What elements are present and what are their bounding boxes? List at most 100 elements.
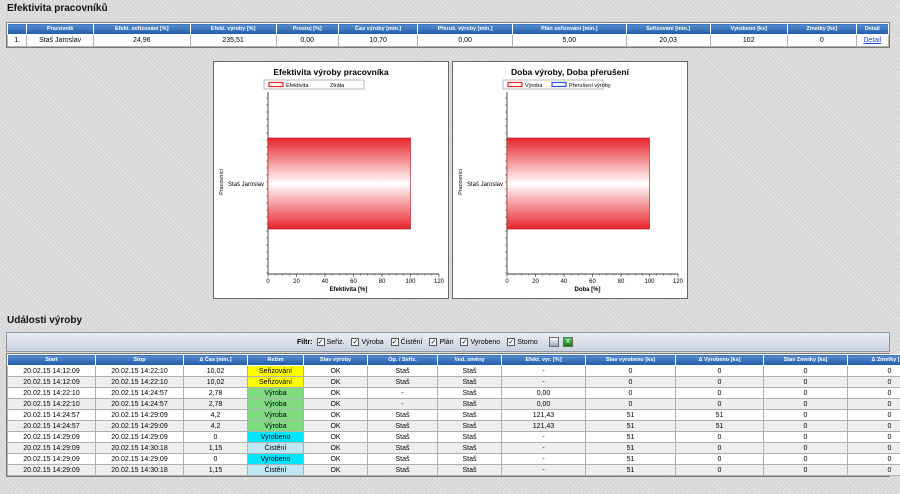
event-cell: 1,15 (183, 442, 248, 454)
filter-checkbox-plán[interactable]: ✓ Plán (429, 338, 453, 346)
event-cell: 0 (847, 420, 900, 432)
filter-checkbox-seřiz[interactable]: ✓ Seřiz. (316, 338, 345, 346)
print-icon[interactable] (548, 337, 559, 347)
mode-cell: Čistění (247, 442, 304, 454)
filter-label-text: Seřiz. (326, 338, 345, 346)
event-cell: 20.02.15 14:29:09 (95, 420, 184, 432)
legend-swatch (312, 81, 328, 88)
event-row[interactable]: 20.02.15 14:22:10 20.02.15 14:24:57 2,78 Vý… (7, 387, 900, 399)
events-header-row: Start Stop Δ Čas [min.] Režim Stav výroby Op.… (7, 354, 900, 366)
mode-cell: Výroba (247, 409, 304, 421)
events-header-cell: Δ Zmetky [ks] (847, 354, 900, 366)
event-row[interactable]: 20.02.15 14:29:09 20.02.15 14:29:09 0 Vyrob… (7, 431, 900, 443)
checkbox[interactable]: ✓ (316, 338, 325, 346)
event-row[interactable]: 20.02.15 14:12:09 20.02.15 14:22:10 10,02 S… (7, 376, 900, 388)
event-cell: OK (303, 442, 368, 454)
worker-row: 1. Staš Jaroslav 24,96 235,51 0,00 10,70 0,00 5… (6, 34, 890, 47)
worker-cell-index: 1. (6, 34, 28, 47)
x-tick-label: 0 (505, 279, 509, 285)
event-cell: 51 (585, 420, 676, 432)
worker-cell-eff-prod: 235,51 (189, 34, 277, 47)
event-cell: 20.02.15 14:29:09 (7, 442, 96, 454)
x-tick-label: 40 (322, 279, 329, 285)
workers-header-cell: Efekt. seřizování [%] (92, 23, 191, 35)
event-cell: 0 (675, 398, 764, 410)
event-row[interactable]: 20.02.15 14:29:09 20.02.15 14:29:09 0 Vyrob… (7, 453, 900, 465)
events-header-cell: Op. / Seřiz. (367, 354, 438, 366)
mode-cell: Vyrobeno (247, 453, 304, 465)
filter-label-text: Čistění (400, 338, 423, 346)
filter-checkbox-výroba[interactable]: ✓ Výroba (351, 338, 384, 346)
event-cell: 51 (675, 420, 764, 432)
event-cell: 0 (675, 376, 764, 388)
event-cell: 2,78 (183, 387, 248, 399)
x-axis-label: Efektivita [%] (330, 287, 368, 293)
legend-swatch (551, 81, 567, 88)
workers-section-title: Efektivita pracovníků (7, 3, 108, 14)
event-cell: 0 (847, 453, 900, 465)
event-cell: 0 (847, 409, 900, 421)
checkbox[interactable]: ✓ (390, 338, 399, 346)
event-cell: 2,78 (183, 398, 248, 410)
filter-label-text: Výroba (361, 338, 384, 346)
checkbox[interactable]: ✓ (429, 338, 438, 346)
event-row[interactable]: 20.02.15 14:29:09 20.02.15 14:30:18 1,15 Či… (7, 464, 900, 476)
filter-checkbox-čistění[interactable]: ✓ Čistění (390, 338, 423, 346)
event-cell: 121,43 (501, 420, 586, 432)
mode-cell: Výroba (247, 420, 304, 432)
event-row[interactable]: 20.02.15 14:24:57 20.02.15 14:29:09 4,2 Výr… (7, 420, 900, 432)
event-cell: 20.02.15 14:12:09 (7, 376, 96, 388)
events-header-cell: Δ Vyrobeno [ks] (675, 354, 764, 366)
event-cell: 20.02.15 14:24:57 (95, 398, 184, 410)
event-cell: Staš (437, 387, 502, 399)
event-cell: 0 (585, 376, 676, 388)
event-cell: - (501, 365, 586, 377)
event-row[interactable]: 20.02.15 14:29:09 20.02.15 14:30:18 1,15 Či… (7, 442, 900, 454)
event-cell: Staš (437, 376, 502, 388)
event-cell: OK (303, 398, 368, 410)
x-tick-label: 20 (293, 279, 300, 285)
event-cell: OK (303, 431, 368, 443)
event-cell: 51 (585, 409, 676, 421)
event-row[interactable]: 20.02.15 14:12:09 20.02.15 14:22:10 10,02 S… (7, 365, 900, 377)
legend-label: Ztráta (330, 83, 345, 89)
event-cell: Staš (367, 365, 438, 377)
x-tick-label: 60 (589, 279, 596, 285)
event-cell: 10,02 (183, 376, 248, 388)
filter-label-text: Vyrobeno (470, 338, 501, 346)
event-cell: 20.02.15 14:22:10 (7, 398, 96, 410)
event-cell: Staš (367, 420, 438, 432)
checkbox[interactable]: ✓ (507, 338, 516, 346)
event-cell: 0 (763, 398, 848, 410)
workers-header-cell: Přeruš. výroby [min.] (417, 23, 513, 35)
workers-header-cell: Efekt. výroby [%] (189, 23, 277, 35)
checkbox[interactable]: ✓ (460, 338, 469, 346)
filter-checkbox-vyrobeno[interactable]: ✓ Vyrobeno (460, 338, 500, 346)
detail-link[interactable]: Detail (855, 34, 890, 47)
chart-legend: Výroba Přerušení výroby (502, 79, 611, 90)
event-cell: 0 (763, 431, 848, 443)
legend-swatch (507, 81, 523, 88)
x-tick-label: 0 (266, 279, 270, 285)
event-row[interactable]: 20.02.15 14:24:57 20.02.15 14:29:09 4,2 Výr… (7, 409, 900, 421)
event-cell: 0 (585, 387, 676, 399)
x-tick-label: 40 (561, 279, 568, 285)
event-cell: 0 (675, 442, 764, 454)
event-cell: 0 (847, 464, 900, 476)
event-cell: 10,02 (183, 365, 248, 377)
event-cell: 20.02.15 14:24:57 (95, 387, 184, 399)
event-row[interactable]: 20.02.15 14:22:10 20.02.15 14:24:57 2,78 Vý… (7, 398, 900, 410)
event-cell: 0 (763, 442, 848, 454)
worker-cell-setup-plan: 5,00 (511, 34, 627, 47)
filter-bar: Filtr: ✓ Seřiz. ✓ Výroba ✓ Čistění ✓ Plán ✓ Vyrob… (6, 332, 890, 352)
checkbox[interactable]: ✓ (351, 338, 360, 346)
events-header-cell: Stop (95, 354, 184, 366)
category-label: Staš Jaroslav (467, 182, 503, 188)
filter-checkbox-storno[interactable]: ✓ Storno (507, 338, 538, 346)
event-cell: - (367, 398, 438, 410)
event-cell: - (501, 431, 586, 443)
event-cell: OK (303, 365, 368, 377)
event-cell: 20.02.15 14:29:09 (7, 431, 96, 443)
excel-export-icon[interactable]: x (562, 337, 573, 347)
x-tick-label: 100 (644, 279, 655, 285)
